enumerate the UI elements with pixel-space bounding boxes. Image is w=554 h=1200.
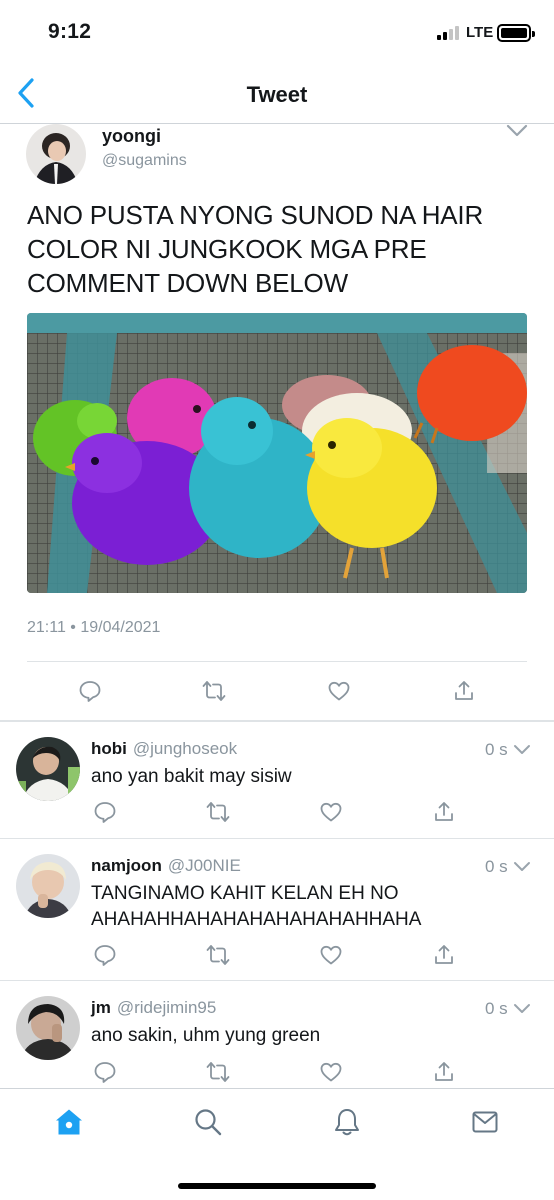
tab-search[interactable] xyxy=(193,1107,223,1137)
chevron-down-icon xyxy=(506,124,528,137)
page-title: Tweet xyxy=(246,82,308,107)
like-button[interactable] xyxy=(319,1060,343,1084)
retweet-icon xyxy=(206,945,230,965)
divider xyxy=(0,720,554,722)
reply-text: ano yan bakit may sisiw xyxy=(91,766,292,787)
retweet-button[interactable] xyxy=(206,1060,230,1084)
reply-author[interactable]: hobi @junghoseok xyxy=(91,739,237,759)
retweet-icon xyxy=(206,802,230,822)
share-icon xyxy=(435,945,453,964)
bell-icon xyxy=(335,1109,359,1136)
reply-icon xyxy=(94,945,116,966)
tweet-text: ANO PUSTA NYONG SUNOD NA HAIR COLOR NI J… xyxy=(27,200,484,298)
reply-icon xyxy=(79,681,101,702)
avatar[interactable] xyxy=(16,996,80,1060)
reply-text: TANGINAMO KAHIT KELAN EH NO AHAHAHHAHAHA… xyxy=(91,883,422,930)
reply-button[interactable] xyxy=(93,1060,117,1084)
network-label: LTE xyxy=(466,24,494,41)
more-options-button[interactable] xyxy=(513,744,531,756)
share-button[interactable] xyxy=(432,943,456,967)
share-button[interactable] xyxy=(432,800,456,824)
status-time: 9:12 xyxy=(48,20,92,43)
share-button[interactable] xyxy=(432,1060,456,1084)
like-icon xyxy=(320,1062,342,1082)
chevron-down-icon xyxy=(514,862,530,871)
reply-time: 0 s xyxy=(485,999,508,1018)
divider xyxy=(27,661,527,662)
reply-actions xyxy=(0,800,554,828)
reply-button[interactable] xyxy=(78,679,102,703)
avatar[interactable] xyxy=(16,854,80,918)
nav-bar: Tweet xyxy=(0,62,554,124)
reply-icon xyxy=(94,802,116,823)
tweet-actions xyxy=(0,674,554,708)
reply-actions xyxy=(0,943,554,971)
share-button[interactable] xyxy=(452,679,476,703)
more-options-button[interactable] xyxy=(513,1003,531,1015)
retweet-icon xyxy=(206,1062,230,1082)
avatar[interactable] xyxy=(16,737,80,801)
share-icon xyxy=(455,681,473,700)
tab-home[interactable] xyxy=(54,1107,84,1137)
tweet-timestamp: 21:11 • 19/04/2021 xyxy=(27,619,161,636)
like-icon xyxy=(320,802,342,822)
reply-author[interactable]: namjoon @J00NIE xyxy=(91,856,241,876)
like-button[interactable] xyxy=(319,943,343,967)
search-icon xyxy=(195,1109,222,1136)
more-options-button[interactable] xyxy=(506,124,528,138)
battery-icon xyxy=(497,24,535,42)
reply-handle: @junghoseok xyxy=(132,739,238,758)
share-icon xyxy=(435,1062,453,1081)
chevron-down-icon xyxy=(514,745,530,754)
chevron-down-icon xyxy=(514,1004,530,1013)
like-button[interactable] xyxy=(319,800,343,824)
reply-button[interactable] xyxy=(93,800,117,824)
tab-messages[interactable] xyxy=(470,1107,500,1137)
home-icon xyxy=(56,1109,82,1135)
like-button[interactable] xyxy=(327,679,351,703)
more-options-button[interactable] xyxy=(513,861,531,873)
tweet-photo[interactable] xyxy=(27,313,527,593)
reply-button[interactable] xyxy=(93,943,117,967)
reply-time: 0 s xyxy=(485,857,508,876)
reply-icon xyxy=(94,1062,116,1083)
signal-icon xyxy=(437,26,463,40)
like-icon xyxy=(328,681,350,701)
divider xyxy=(0,980,554,981)
share-icon xyxy=(435,802,453,821)
reply-text: ano sakin, uhm yung green xyxy=(91,1025,321,1046)
mail-icon xyxy=(472,1111,498,1133)
divider xyxy=(0,838,554,839)
avatar[interactable] xyxy=(26,124,86,184)
retweet-button[interactable] xyxy=(206,943,230,967)
like-icon xyxy=(320,945,342,965)
retweet-icon xyxy=(202,681,226,701)
author-name[interactable]: yoongi xyxy=(102,126,161,147)
reply-handle: @J00NIE xyxy=(167,856,241,875)
author-handle[interactable]: @sugamins xyxy=(102,152,187,170)
home-indicator[interactable] xyxy=(178,1183,376,1189)
tab-notifications[interactable] xyxy=(332,1107,362,1137)
status-bar: 9:12 LTE xyxy=(0,0,554,62)
reply-time: 0 s xyxy=(485,740,508,759)
retweet-button[interactable] xyxy=(206,800,230,824)
reply-handle: @ridejimin95 xyxy=(116,998,217,1017)
reply-author[interactable]: jm @ridejimin95 xyxy=(91,998,216,1018)
reply-actions xyxy=(0,1060,554,1088)
retweet-button[interactable] xyxy=(202,679,226,703)
